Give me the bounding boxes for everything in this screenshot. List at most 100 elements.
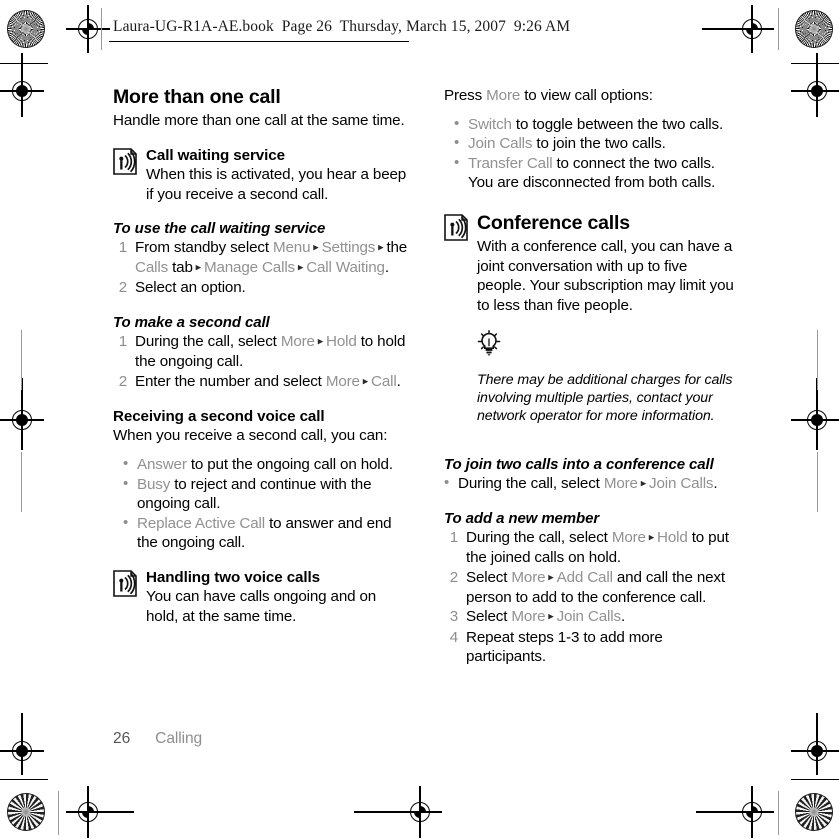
- call-waiting-heading: Call waiting service: [146, 146, 285, 164]
- proc-second-call-heading: To make a second call: [113, 314, 270, 332]
- registration-crosshair-mark-upper-left: [0, 53, 44, 117]
- body-text: to put the ongoing call on hold.: [186, 455, 393, 473]
- numbered-step: 2 Select More ▸ Add Call and call the nex…: [444, 568, 739, 608]
- tip-text: There may be additional charges for call…: [477, 371, 733, 425]
- call-waiting-body: When this is activated, you hear a beep …: [146, 166, 407, 203]
- body-text: to reject and continue with the ongoing …: [137, 475, 372, 513]
- footer-section-name: Calling: [155, 730, 203, 747]
- step-number: 3: [449, 608, 458, 626]
- ui-reference-text: Add Call: [556, 568, 613, 586]
- crop-line-lower-left: [0, 779, 48, 781]
- header-rule: [109, 41, 409, 43]
- registration-crosshair-mark-bottom-right: [696, 786, 774, 838]
- signal-note-icon: [113, 147, 137, 175]
- registration-rosette-mark-bottom-left: [7, 793, 45, 831]
- page-footer: 26 Calling: [113, 730, 202, 748]
- bullet-marker-icon: •: [444, 473, 450, 491]
- ui-reference-text: More: [325, 372, 360, 390]
- signal-note-icon: [444, 214, 468, 241]
- ui-reference-text: More: [611, 529, 646, 547]
- ui-reference-text: Switch: [468, 115, 512, 133]
- ui-reference-text: Answer: [137, 455, 187, 473]
- bullet-marker-icon: •: [454, 153, 460, 171]
- body-text: .: [384, 259, 389, 277]
- right-column: Press More to view call options: • Switch…: [444, 86, 739, 667]
- body-text: From standby select: [135, 239, 273, 257]
- step-number: 2: [449, 568, 458, 586]
- body-text: During the call, select: [458, 474, 604, 492]
- ui-reference-text: Join Calls: [556, 608, 621, 626]
- bullet-item: • Transfer Call to connect the two calls.…: [454, 154, 739, 193]
- body-text: .: [713, 474, 718, 492]
- signal-note-icon: [113, 570, 137, 597]
- receiving-second-bullets: • Answer to put the ongoing call on hold.…: [123, 455, 408, 553]
- proc-join-two-bullets: • During the call, select More ▸ Join Cal…: [444, 474, 739, 494]
- bullet-item: • Busy to reject and continue with the on…: [123, 475, 408, 514]
- handling-two-calls-heading: Handling two voice calls: [146, 568, 320, 586]
- press-more-paragraph: Press More to view call options:: [444, 86, 739, 106]
- handling-two-calls-note-block: Handling two voice calls You can have ca…: [113, 568, 408, 627]
- body-text: to view call options:: [520, 87, 653, 104]
- body-text: Select an option.: [135, 279, 246, 297]
- left-column: More than one call Handle more than one …: [113, 86, 408, 627]
- step-arrow-icon: ▸: [192, 261, 204, 274]
- bullet-item: • Answer to put the ongoing call on hold.: [123, 455, 408, 475]
- registration-rosette-mark-top-left: [7, 10, 45, 48]
- trim-line-bottom-left: [58, 791, 59, 835]
- registration-crosshair-mark-lower-left: [0, 713, 44, 775]
- ui-reference-text: Busy: [137, 475, 171, 493]
- bullet-marker-icon: •: [454, 114, 460, 132]
- step-arrow-icon: ▸: [637, 477, 650, 490]
- conference-calls-body: With a conference call, you can have a j…: [477, 237, 734, 314]
- step-arrow-icon: ▸: [375, 241, 387, 254]
- ui-reference-text: Menu: [272, 239, 311, 257]
- numbered-step: 1 From standby select Menu ▸ Settings ▸ t…: [113, 238, 408, 278]
- trim-line-bottom-right: [778, 791, 779, 835]
- ui-reference-text: Join Calls: [649, 474, 714, 492]
- numbered-step: 1 During the call, select More ▸ Hold to …: [113, 332, 408, 372]
- body-text: tab: [168, 259, 193, 277]
- registration-crosshair-mark-top-left: [66, 5, 110, 53]
- body-text: Enter the number and select: [135, 372, 326, 390]
- ui-reference-text: Calls: [135, 259, 169, 277]
- proc-join-two-heading: To join two calls into a conference call: [444, 455, 714, 473]
- step-arrow-icon: ▸: [545, 571, 557, 584]
- step-number: 2: [118, 372, 127, 390]
- numbered-step: 2 Enter the number and select More ▸ Call…: [113, 372, 408, 392]
- ui-reference-text: Replace Active Call: [137, 514, 265, 532]
- body-text: During the call, select: [135, 333, 281, 351]
- proc-use-call-waiting-heading: To use the call waiting service: [113, 220, 326, 238]
- page-header-stamp: Laura-UG-R1A-AE.book Page 26 Thursday, M…: [113, 18, 571, 35]
- body-text: to toggle between the two calls.: [511, 115, 724, 133]
- page-title: More than one call: [113, 86, 281, 108]
- ui-reference-text: Hold: [326, 333, 357, 351]
- numbered-step: 4 Repeat steps 1-3 to add more participan…: [444, 628, 739, 667]
- step-arrow-icon: ▸: [295, 261, 307, 274]
- trim-line-mid-right: [817, 330, 818, 390]
- body-text: the: [386, 239, 408, 257]
- numbered-step: 3 Select More ▸ Join Calls.: [444, 607, 739, 627]
- ui-reference-text: More: [603, 474, 638, 492]
- body-text: .: [620, 608, 626, 626]
- ui-reference-text: More: [511, 608, 546, 626]
- body-text: Select: [466, 608, 512, 626]
- crop-line-lower-right: [791, 779, 839, 781]
- registration-crosshair-mark-bottom-left: [66, 786, 134, 838]
- trim-line-mid-right-lower: [817, 452, 818, 512]
- trim-line-top-right: [778, 8, 779, 50]
- lightbulb-tip-icon: [477, 330, 501, 357]
- tip-note-block: There may be additional charges for call…: [444, 330, 739, 425]
- step-arrow-icon: ▸: [314, 335, 327, 348]
- trim-line-top-left: [101, 8, 102, 50]
- step-arrow-icon: ▸: [359, 375, 372, 388]
- ui-reference-text: Call: [371, 372, 397, 390]
- conference-calls-heading: Conference calls: [477, 211, 630, 234]
- numbered-step: 1 During the call, select More ▸ Hold to …: [444, 528, 739, 568]
- proc-add-member-heading: To add a new member: [444, 510, 600, 528]
- body-text: Press: [444, 87, 487, 104]
- crop-line-upper-left: [0, 63, 48, 65]
- body-text: to join the two calls.: [532, 135, 666, 153]
- ui-reference-text: Hold: [657, 529, 688, 547]
- registration-crosshair-mark-lower-right: [791, 713, 839, 775]
- ui-reference-text: Transfer Call: [468, 154, 553, 172]
